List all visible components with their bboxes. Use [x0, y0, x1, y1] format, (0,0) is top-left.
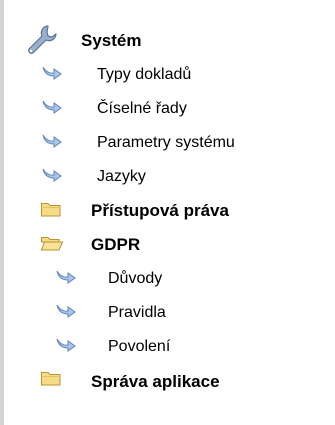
wrench-icon: [20, 22, 58, 60]
tree-node-povoleni[interactable]: Povolení: [0, 333, 330, 359]
tree-node-label: Typy dokladů: [97, 66, 192, 83]
folder-closed-icon: [40, 200, 62, 218]
tree-node-label: Správa aplikace: [91, 372, 220, 391]
tree-node-system[interactable]: Systém: [0, 25, 330, 54]
tree-node-ciselne-rady[interactable]: Číselné řady: [0, 95, 330, 121]
arrow-icon: [41, 132, 63, 148]
tree-node-pristupova-prava[interactable]: Přístupová práva: [0, 198, 330, 224]
tree-node-label: Parametry systému: [97, 134, 235, 151]
arrow-icon: [41, 166, 63, 182]
tree-node-label: Jazyky: [97, 168, 146, 185]
tree-node-label: Pravidla: [108, 304, 166, 321]
tree-node-parametry-systemu[interactable]: Parametry systému: [0, 129, 330, 155]
folder-open-icon: [40, 234, 64, 252]
tree-node-typy-dokladu[interactable]: Typy dokladů: [0, 61, 330, 87]
tree-node-label: Důvody: [108, 270, 163, 287]
tree-node-label: GDPR: [91, 235, 141, 254]
tree-node-gdpr[interactable]: GDPR: [0, 232, 330, 258]
arrow-icon: [41, 64, 63, 80]
arrow-icon: [55, 268, 77, 284]
tree-node-duvody[interactable]: Důvody: [0, 265, 330, 291]
tree-node-jazyky[interactable]: Jazyky: [0, 163, 330, 189]
tree-node-label: Číselné řady: [97, 100, 187, 117]
navigation-tree: Systém Typy dokladů Číselné řady Paramet…: [0, 0, 335, 425]
arrow-icon: [55, 302, 77, 318]
tree-node-sprava-aplikace[interactable]: Správa aplikace: [0, 369, 330, 395]
arrow-icon: [41, 98, 63, 114]
tree-node-label: Přístupová práva: [91, 201, 229, 220]
tree-node-label: Povolení: [108, 338, 171, 355]
tree-node-label: Systém: [81, 31, 142, 50]
tree-node-pravidla[interactable]: Pravidla: [0, 299, 330, 325]
folder-closed-icon: [40, 369, 62, 387]
arrow-icon: [55, 336, 77, 352]
